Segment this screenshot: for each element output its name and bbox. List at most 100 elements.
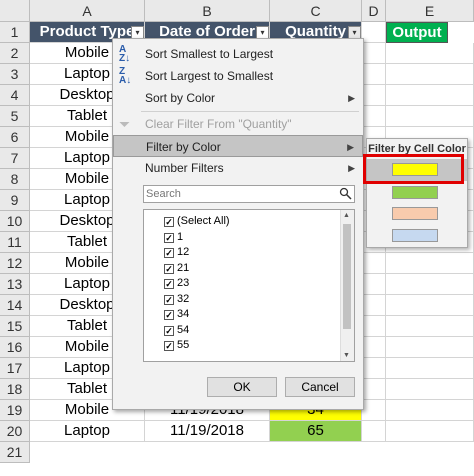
row-header[interactable]: 3 — [0, 64, 30, 85]
filter-value-item[interactable]: ✓ (Select All) — [164, 214, 230, 229]
filter-value-item[interactable]: ✓ 21 — [164, 261, 189, 276]
filter-value-item[interactable]: ✓ 32 — [164, 292, 189, 307]
checkbox-checked-icon[interactable]: ✓ — [164, 279, 174, 289]
empty-cell[interactable] — [362, 316, 386, 337]
empty-cell[interactable] — [386, 379, 474, 400]
row-header[interactable]: 13 — [0, 274, 30, 295]
column-header-c[interactable]: C — [270, 0, 362, 22]
empty-cell[interactable] — [386, 316, 474, 337]
empty-cell[interactable] — [386, 106, 474, 127]
row-header[interactable]: 1 — [0, 22, 30, 43]
scroll-up-icon[interactable]: ▲ — [343, 212, 350, 219]
row-header[interactable]: 19 — [0, 400, 30, 421]
search-placeholder: Search — [146, 188, 181, 200]
row-header[interactable]: 4 — [0, 85, 30, 106]
row-header[interactable]: 16 — [0, 337, 30, 358]
row-header[interactable]: 2 — [0, 43, 30, 64]
scroll-down-icon[interactable]: ▼ — [343, 352, 350, 359]
row-header[interactable]: 18 — [0, 379, 30, 400]
empty-cell[interactable] — [362, 64, 386, 85]
column-header-d[interactable]: D — [362, 0, 386, 22]
sort-by-color[interactable]: Sort by Color ▶ — [113, 87, 363, 109]
corner-cell[interactable] — [0, 0, 30, 22]
checkbox-checked-icon[interactable]: ✓ — [164, 248, 174, 258]
row-header[interactable]: 8 — [0, 169, 30, 190]
filter-value-item[interactable]: ✓ 55 — [164, 338, 189, 353]
row-header[interactable]: 21 — [0, 442, 30, 463]
empty-cell[interactable] — [362, 379, 386, 400]
checkbox-checked-icon[interactable]: ✓ — [164, 217, 174, 227]
date-cell[interactable]: 11/19/2018 — [145, 421, 270, 442]
empty-cell[interactable] — [386, 337, 474, 358]
checkbox-checked-icon[interactable]: ✓ — [164, 263, 174, 274]
filter-menu: A Z↓ Sort Smallest to Largest Z A↓ Sort La… — [112, 38, 364, 410]
checkbox-checked-icon[interactable]: ✓ — [164, 294, 174, 305]
search-input[interactable]: Search — [143, 185, 355, 203]
empty-cell[interactable] — [362, 106, 386, 127]
color-swatch-blue[interactable] — [392, 229, 438, 242]
empty-cell[interactable] — [386, 85, 474, 106]
sort-largest-to-smallest[interactable]: Z A↓ Sort Largest to Smallest — [113, 65, 363, 87]
empty-cell[interactable] — [362, 274, 386, 295]
clear-filter[interactable]: ⏷ Clear Filter From "Quantity" — [113, 113, 363, 135]
checkbox-checked-icon[interactable]: ✓ — [164, 325, 174, 336]
empty-cell[interactable] — [386, 421, 474, 442]
highlight-box — [363, 154, 464, 184]
empty-cell[interactable] — [362, 337, 386, 358]
row-header[interactable]: 7 — [0, 148, 30, 169]
checkbox-checked-icon[interactable]: ✓ — [164, 310, 174, 320]
checkbox-checked-icon[interactable]: ✓ — [164, 341, 174, 351]
filter-value-item[interactable]: ✓ 54 — [164, 323, 189, 338]
column-header-e[interactable]: E — [386, 0, 474, 22]
empty-cell[interactable] — [362, 421, 386, 442]
filter-value-item[interactable]: ✓ 34 — [164, 307, 189, 322]
cell-d1[interactable] — [362, 22, 386, 43]
filter-value-label: (Select All) — [177, 215, 230, 227]
empty-cell[interactable] — [362, 358, 386, 379]
column-header-a[interactable]: A — [30, 0, 145, 22]
empty-cell[interactable] — [386, 253, 474, 274]
product-cell[interactable]: Laptop — [30, 421, 145, 442]
row-header[interactable]: 20 — [0, 421, 30, 442]
scrollbar-thumb[interactable] — [343, 224, 351, 329]
empty-cell[interactable] — [386, 295, 474, 316]
empty-cell[interactable] — [386, 43, 474, 64]
cancel-button[interactable]: Cancel — [285, 377, 355, 397]
filter-value-item[interactable]: ✓ 23 — [164, 276, 189, 291]
filter-by-color[interactable]: Filter by Color ▶ — [113, 135, 363, 157]
row-header[interactable]: 11 — [0, 232, 30, 253]
row-header[interactable]: 6 — [0, 127, 30, 148]
checkbox-checked-icon[interactable]: ✓ — [164, 232, 174, 243]
row-header[interactable]: 10 — [0, 211, 30, 232]
filter-value-item[interactable]: ✓ 12 — [164, 245, 189, 260]
color-swatch-green[interactable] — [392, 186, 438, 199]
filter-value-item[interactable]: ✓ 1 — [164, 230, 183, 245]
quantity-cell[interactable]: 65 — [270, 421, 362, 442]
row-header[interactable]: 5 — [0, 106, 30, 127]
sort-smallest-to-largest[interactable]: A Z↓ Sort Smallest to Largest — [113, 43, 363, 65]
ok-button[interactable]: OK — [207, 377, 277, 397]
empty-cell[interactable] — [386, 274, 474, 295]
color-swatch-orange[interactable] — [392, 207, 438, 220]
empty-cell[interactable] — [386, 358, 474, 379]
filter-value-label: 12 — [177, 246, 190, 258]
list-scrollbar[interactable]: ▲ ▼ — [340, 210, 354, 361]
row-header[interactable]: 9 — [0, 190, 30, 211]
column-header-b[interactable]: B — [145, 0, 270, 22]
empty-cell[interactable] — [386, 64, 474, 85]
empty-cell[interactable] — [362, 295, 386, 316]
row-header[interactable]: 17 — [0, 358, 30, 379]
empty-cell[interactable] — [386, 400, 474, 421]
empty-cell[interactable] — [362, 253, 386, 274]
empty-cell[interactable] — [362, 43, 386, 64]
empty-cell[interactable] — [362, 85, 386, 106]
output-cell[interactable]: Output — [386, 22, 448, 43]
row-header[interactable]: 12 — [0, 253, 30, 274]
sort-descending-icon: Z A↓ — [119, 66, 132, 86]
number-filters[interactable]: Number Filters ▶ — [113, 157, 363, 179]
filter-value-label: 55 — [177, 339, 190, 351]
clear-filter-icon: ⏷ — [119, 116, 131, 132]
row-header[interactable]: 14 — [0, 295, 30, 316]
row-header[interactable]: 15 — [0, 316, 30, 337]
empty-cell[interactable] — [362, 400, 386, 421]
